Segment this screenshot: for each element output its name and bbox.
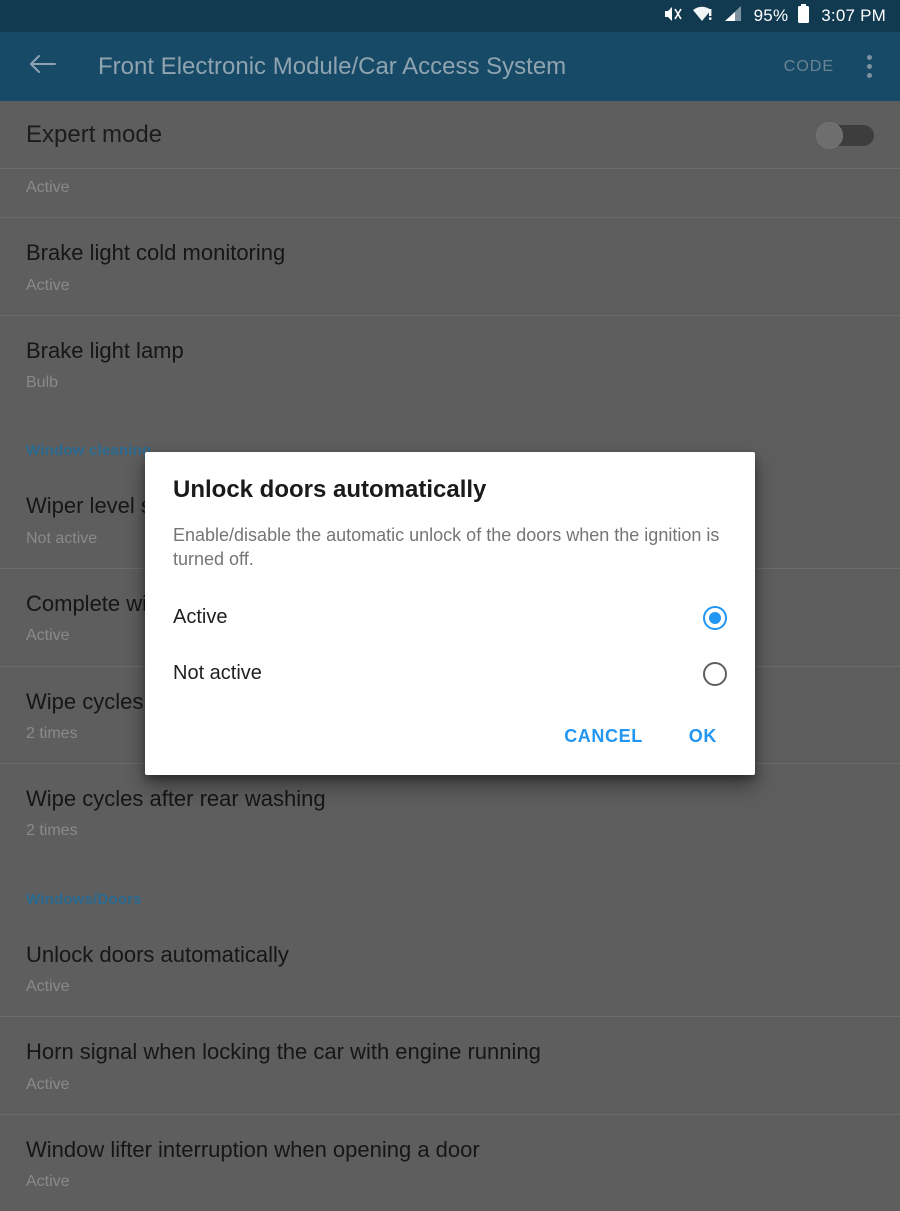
- radio-unselected-icon[interactable]: [703, 661, 727, 686]
- code-button[interactable]: CODE: [784, 58, 834, 76]
- dialog-title: Unlock doors automatically: [173, 476, 487, 503]
- clock-label: 3:07 PM: [821, 6, 886, 25]
- mute-icon: [663, 5, 683, 28]
- battery-icon: [797, 3, 810, 29]
- ok-button[interactable]: OK: [675, 718, 731, 755]
- list-item-subtitle: Bulb: [26, 374, 59, 392]
- list-item[interactable]: Window lifter interruption when opening …: [0, 1115, 900, 1211]
- overflow-dot: [866, 73, 872, 78]
- section-header-windows-doors: Windows/Doors: [26, 890, 142, 908]
- list-item-subtitle: Active: [26, 1075, 70, 1093]
- overflow-dot: [866, 64, 872, 69]
- page-title: Front Electronic Module/Car Access Syste…: [98, 52, 567, 80]
- list-item-title: Brake light lamp: [26, 337, 184, 363]
- list-item-subtitle: 2 times: [26, 822, 78, 840]
- overflow-menu-icon[interactable]: [856, 49, 882, 85]
- cancel-button[interactable]: CANCEL: [550, 718, 657, 755]
- list-item[interactable]: Unlock doors automatically Active: [0, 920, 900, 1017]
- dialog-actions: CANCEL OK: [145, 702, 755, 755]
- list-item[interactable]: Wipe cycles after rear washing 2 times: [0, 764, 900, 861]
- dialog-option-active[interactable]: Active: [145, 590, 755, 646]
- list-item[interactable]: Brake light lamp Bulb: [0, 316, 900, 413]
- dialog-options: Active Not active: [145, 572, 755, 702]
- radio-selected-icon[interactable]: [703, 605, 727, 630]
- list-item-title: Brake light cold monitoring: [26, 240, 286, 266]
- expert-mode-row[interactable]: Expert mode: [0, 101, 900, 168]
- list-item-title: Wipe cycles after rear washing: [26, 786, 326, 812]
- signal-icon: [723, 5, 743, 28]
- overflow-dot: [866, 55, 872, 60]
- list-item[interactable]: Horn signal when locking the car with en…: [0, 1017, 900, 1114]
- expert-mode-toggle[interactable]: [816, 121, 874, 149]
- list-item-subtitle: Active: [26, 179, 70, 196]
- dialog-message: Enable/disable the automatic unlock of t…: [173, 525, 720, 569]
- list-item-subtitle: Active: [26, 978, 70, 996]
- list-item-title: Window lifter interruption when opening …: [26, 1136, 480, 1162]
- status-bar: 95% 3:07 PM: [0, 0, 900, 32]
- battery-percent-label: 95%: [753, 6, 789, 25]
- toggle-thumb: [816, 121, 843, 149]
- list-item-subtitle: Active: [26, 276, 70, 294]
- dialog-option-label: Active: [173, 606, 228, 629]
- back-button[interactable]: [24, 49, 60, 85]
- list-item-subtitle: Active: [26, 1173, 70, 1191]
- wifi-warning-icon: [692, 5, 714, 28]
- status-bar-icons: 95% 3:07 PM: [663, 3, 886, 29]
- list-item-title: Horn signal when locking the car with en…: [26, 1039, 541, 1065]
- unlock-doors-dialog: Unlock doors automatically Enable/disabl…: [145, 452, 755, 775]
- expert-mode-label: Expert mode: [26, 120, 163, 148]
- list-item-title: Unlock doors automatically: [26, 941, 289, 967]
- list-item[interactable]: Brake light cold monitoring Active: [0, 218, 900, 315]
- dialog-option-label: Not active: [173, 662, 262, 685]
- list-item[interactable]: Active: [0, 169, 900, 217]
- back-arrow-icon: [27, 52, 57, 81]
- dialog-option-not-active[interactable]: Not active: [145, 646, 755, 702]
- app-bar: Front Electronic Module/Car Access Syste…: [0, 32, 900, 101]
